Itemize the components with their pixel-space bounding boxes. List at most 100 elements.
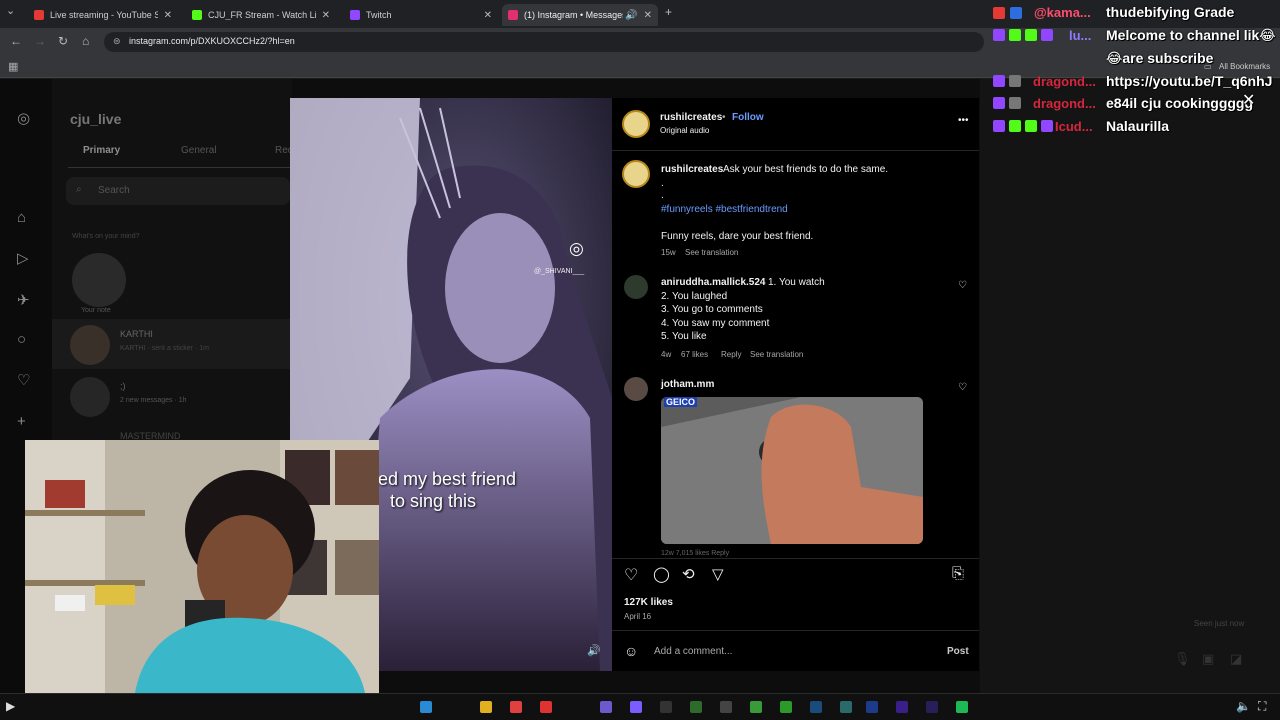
apps-grid-icon[interactable]: ▦	[8, 60, 18, 73]
taskbar-app-icon[interactable]	[926, 701, 938, 713]
taskbar-app-icon[interactable]	[630, 701, 642, 713]
play-icon[interactable]: ▶	[6, 699, 15, 713]
taskbar-app-icon[interactable]	[750, 701, 762, 713]
taskbar-app-icon[interactable]	[896, 701, 908, 713]
sticker-icon[interactable]: ◪	[1230, 651, 1242, 667]
dm-search-input[interactable]: ⌕ Search	[66, 177, 290, 205]
tab-kick-stream[interactable]: CJU_FR Stream - Watch Live on ✕	[186, 4, 336, 26]
search-nav-icon[interactable]: ○	[17, 331, 26, 348]
microphone-icon[interactable]: 🎙	[1174, 651, 1191, 667]
comment-see-translation[interactable]: See translation	[750, 350, 803, 359]
author-avatar[interactable]	[622, 110, 650, 138]
comment-line: 5. You like	[661, 331, 707, 342]
bot-badge-icon	[1009, 75, 1021, 87]
back-icon[interactable]: ←	[10, 34, 22, 48]
caption-author[interactable]: rushilcreates	[661, 164, 723, 175]
tab-youtube-studio[interactable]: Live streaming - YouTube Studio ✕	[28, 4, 178, 26]
dm-tab-primary[interactable]: Primary	[83, 145, 120, 156]
emoji-icon[interactable]: ☺	[624, 643, 638, 659]
comment-reply[interactable]: Reply	[721, 350, 741, 359]
taskbar-app-icon[interactable]	[510, 701, 522, 713]
dm-tab-general[interactable]: General	[181, 145, 217, 156]
add-comment-input[interactable]: Add a comment...	[654, 646, 732, 657]
tier-badge-icon	[1041, 29, 1053, 41]
more-options-icon[interactable]: •••	[958, 115, 969, 126]
instagram-logo-icon[interactable]: ◎	[17, 109, 30, 127]
image-icon[interactable]: ▣	[1202, 651, 1214, 667]
notifications-nav-icon[interactable]: ♡	[17, 371, 30, 389]
caption-dot: .	[661, 178, 664, 189]
chat-username: dragond...	[1033, 96, 1096, 111]
url-text: instagram.com/p/DXKUOXCCHz2/?hl=en	[129, 36, 295, 46]
taskbar-app-icon[interactable]	[840, 701, 852, 713]
mute-icon[interactable]: 🔊	[587, 644, 601, 657]
new-tab-button[interactable]: +	[665, 5, 672, 19]
search-placeholder: Search	[98, 185, 130, 196]
conversation-item[interactable]: KARTHI KARTHI · sent a sticker · 1m	[52, 319, 292, 369]
site-info-icon[interactable]: ⊜	[113, 36, 121, 47]
conversation-name: KARTHI	[120, 329, 153, 339]
close-tab-icon[interactable]: ✕	[484, 10, 492, 21]
comment-icon[interactable]: ◯	[653, 565, 670, 583]
messages-nav-icon[interactable]: ✈	[17, 291, 30, 309]
likes-count[interactable]: 127K likes	[624, 597, 673, 608]
taskbar-app-icon[interactable]	[660, 701, 672, 713]
taskbar-app-icon[interactable]	[480, 701, 492, 713]
taskbar-app-icon[interactable]	[720, 701, 732, 713]
taskbar-app-icon[interactable]	[780, 701, 792, 713]
caption-hashtags[interactable]: #funnyreels #bestfriendtrend	[661, 204, 788, 215]
forward-icon[interactable]: →	[34, 34, 46, 48]
tab-label: Live streaming - YouTube Studio	[50, 10, 158, 20]
comment-likes[interactable]: 67 likes	[681, 350, 708, 359]
author-name[interactable]: rushilcreates	[660, 112, 722, 123]
close-tab-icon[interactable]: ✕	[164, 10, 172, 21]
save-bookmark-icon[interactable]: ⎘	[952, 565, 964, 582]
remix-icon[interactable]: ⟲	[682, 565, 695, 583]
comment-gif[interactable]: GEICO	[661, 397, 923, 544]
your-note-avatar[interactable]	[72, 253, 126, 307]
share-icon[interactable]: ▽	[712, 565, 724, 583]
post-comment-button[interactable]: Post	[947, 646, 969, 657]
comment-like-icon[interactable]: ♡	[958, 382, 967, 393]
comment-avatar[interactable]	[624, 377, 648, 401]
close-modal-icon[interactable]: ✕	[1242, 90, 1255, 110]
home-icon[interactable]: ⌂	[82, 34, 89, 48]
tab-list-icon[interactable]: ⌄	[6, 4, 15, 17]
reload-icon[interactable]: ↻	[58, 34, 68, 48]
original-audio-link[interactable]: Original audio	[660, 126, 709, 135]
taskbar-app-icon[interactable]	[866, 701, 878, 713]
close-tab-icon[interactable]: ✕	[644, 10, 652, 21]
volume-icon[interactable]: 🔈	[1236, 699, 1251, 713]
conversation-item[interactable]: MASTERMIND	[52, 427, 292, 441]
fullscreen-icon[interactable]: ⛶	[1258, 699, 1266, 714]
tab-instagram-messages[interactable]: (1) Instagram • Messages 🔊 ✕	[502, 4, 658, 26]
caption-see-translation[interactable]: See translation	[685, 248, 738, 257]
caption-text: Ask your best friends to do the same.	[723, 164, 889, 175]
close-tab-icon[interactable]: ✕	[322, 10, 330, 21]
follow-button[interactable]: Follow	[732, 112, 764, 123]
create-nav-icon[interactable]: +	[17, 413, 26, 430]
comment-avatar[interactable]	[624, 275, 648, 299]
home-nav-icon[interactable]: ⌂	[17, 209, 26, 226]
taskbar-app-icon[interactable]	[810, 701, 822, 713]
comment-author[interactable]: aniruddha.mallick.524	[661, 277, 766, 288]
account-username[interactable]: cju_live	[70, 111, 121, 127]
tab-twitch[interactable]: Twitch ✕	[344, 4, 498, 26]
kick-icon	[192, 10, 202, 20]
note-prompt: What's on your mind?	[72, 233, 140, 240]
taskbar-app-icon[interactable]	[420, 701, 432, 713]
taskbar-app-icon[interactable]	[540, 701, 552, 713]
comment-line: 4. You saw my comment	[661, 318, 770, 329]
comment-author[interactable]: jotham.mm	[661, 379, 714, 390]
taskbar-app-icon[interactable]	[956, 701, 968, 713]
reels-nav-icon[interactable]: ▷	[17, 249, 29, 267]
caption-avatar	[622, 160, 650, 188]
url-bar[interactable]: ⊜ instagram.com/p/DXKUOXCCHz2/?hl=en	[104, 32, 984, 52]
speaker-icon[interactable]: 🔊	[625, 10, 637, 21]
conversation-item[interactable]: ;) 2 new messages · 1h	[52, 375, 292, 421]
bot-badge-icon	[1009, 97, 1021, 109]
taskbar-app-icon[interactable]	[690, 701, 702, 713]
taskbar-app-icon[interactable]	[600, 701, 612, 713]
like-icon[interactable]: ♡	[624, 565, 638, 585]
comment-like-icon[interactable]: ♡	[958, 280, 967, 291]
